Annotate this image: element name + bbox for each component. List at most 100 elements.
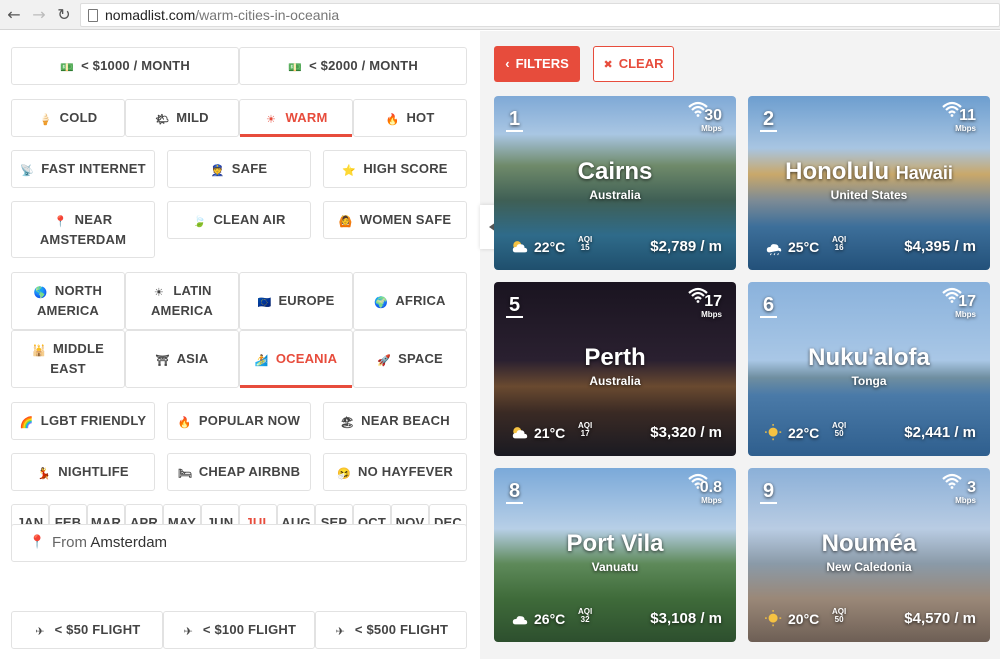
- city-card-cairns[interactable]: 1 30 Mbps Cairns Australia 22°C AQI 15 $2,…: [494, 96, 736, 270]
- emoji-icon: 🌤: [155, 113, 170, 126]
- region-middle-east[interactable]: 🕌 MIDDLE EAST: [11, 330, 125, 388]
- aqi-value: 50: [834, 615, 844, 624]
- filter-clean-air[interactable]: 🍃 CLEAN AIR: [167, 201, 311, 239]
- reload-icon[interactable]: ↻: [53, 4, 75, 26]
- city-card-noum-a[interactable]: 9 3 Mbps Nouméa New Caledonia 20°C AQI 50 …: [748, 468, 990, 642]
- filter-label: LGBT FRIENDLY: [40, 413, 147, 428]
- weather-icon: [765, 610, 783, 628]
- emoji-icon: 📡: [20, 164, 35, 177]
- emoji-icon: 💵: [288, 61, 302, 74]
- emoji-icon: ☀: [265, 113, 277, 126]
- filter-label: COLD: [59, 110, 98, 125]
- filter-lgbt-friendly[interactable]: 🌈 LGBT FRIENDLY: [11, 402, 155, 440]
- aqi-value: 15: [580, 243, 590, 252]
- filter-500-flight[interactable]: ✈ < $500 FLIGHT: [315, 611, 467, 649]
- weather-icon: [511, 238, 529, 256]
- filter-label: EUROPE: [278, 293, 335, 308]
- browser-toolbar: ← → ↻ nomadlist.com/warm-cities-in-ocean…: [0, 0, 1000, 30]
- filter-nightlife[interactable]: 💃 NIGHTLIFE: [11, 453, 155, 491]
- emoji-icon: 🌍: [374, 296, 389, 309]
- emoji-icon: ⛩: [155, 354, 170, 367]
- filter-high-score[interactable]: ⭐ HIGH SCORE: [323, 150, 467, 188]
- from-label: From: [52, 534, 87, 551]
- aqi-value: 50: [834, 429, 844, 438]
- city-name: Port Vila: [494, 530, 736, 559]
- city-name: Perth: [494, 344, 736, 373]
- mbps-value: 3: [967, 479, 976, 496]
- filter-label: WOMEN SAFE: [359, 212, 452, 227]
- filter-label: MILD: [176, 110, 209, 125]
- city-card-honolulu[interactable]: 2 11 Mbps Honolulu Hawaii United States 2…: [748, 96, 990, 270]
- filter-popular-now[interactable]: 🔥 POPULAR NOW: [167, 402, 311, 440]
- region-latin-america[interactable]: ☀ LATIN AMERICA: [125, 272, 239, 330]
- mbps-value: 17: [704, 293, 722, 310]
- weather-icon: [765, 424, 783, 442]
- filter-2000-month[interactable]: 💵 < $2000 / MONTH: [239, 47, 467, 85]
- region-europe[interactable]: 🇪🇺 EUROPE: [239, 272, 353, 330]
- aqi-value: 16: [834, 243, 844, 252]
- city-name-text: Cairns: [577, 158, 653, 185]
- city-card-port-vila[interactable]: 8 0.8 Mbps Port Vila Vanuatu 26°C AQI 32 $…: [494, 468, 736, 642]
- chevron-left-icon: ‹: [505, 56, 510, 71]
- filter-near-beach[interactable]: 🏖 NEAR BEACH: [323, 402, 467, 440]
- city-name: Nuku'alofa: [748, 344, 990, 373]
- filter-mild[interactable]: 🌤 MILD: [125, 99, 239, 137]
- filters-button[interactable]: ‹ FILTERS: [494, 46, 580, 82]
- internet-speed: 30 Mbps: [701, 108, 722, 134]
- emoji-icon: ☀: [153, 286, 164, 299]
- city-name-text: Nuku'alofa: [808, 344, 930, 371]
- internet-speed: 17 Mbps: [955, 294, 976, 320]
- country-name: Australia: [589, 374, 641, 388]
- from-location-field[interactable]: 📍 From Amsterdam: [11, 524, 467, 562]
- filter-cold[interactable]: 🍦 COLD: [11, 99, 125, 137]
- filter-hot[interactable]: 🔥 HOT: [353, 99, 467, 137]
- filter-label: NO HAYFEVER: [358, 464, 453, 479]
- address-bar[interactable]: nomadlist.com/warm-cities-in-oceania: [80, 3, 1000, 27]
- page-icon: [88, 9, 98, 22]
- aqi-value: 32: [580, 615, 590, 624]
- emoji-icon: 🏄: [254, 354, 269, 367]
- forward-icon[interactable]: →: [28, 4, 50, 26]
- emoji-icon: 🍦: [38, 113, 53, 126]
- emoji-icon: 🙆: [338, 215, 353, 228]
- filter-label: HOT: [406, 110, 435, 125]
- country-name: Australia: [589, 188, 641, 202]
- filter-no-hayfever[interactable]: 🤧 NO HAYFEVER: [323, 453, 467, 491]
- from-value: Amsterdam: [90, 534, 168, 551]
- back-icon[interactable]: ←: [3, 4, 25, 26]
- region-oceania[interactable]: 🏄 OCEANIA: [239, 330, 353, 388]
- filter-safe[interactable]: 👮 SAFE: [167, 150, 311, 188]
- filter-label: MIDDLE EAST: [50, 341, 105, 376]
- region-asia[interactable]: ⛩ ASIA: [125, 330, 239, 388]
- aqi: AQI 15: [578, 236, 592, 252]
- city-name: Nouméa: [748, 530, 990, 559]
- city-name-text: Port Vila: [566, 530, 664, 557]
- filter-women-safe[interactable]: 🙆 WOMEN SAFE: [323, 201, 467, 239]
- emoji-icon: 🔥: [385, 113, 400, 126]
- emoji-icon: 🏖: [340, 416, 355, 429]
- region-africa[interactable]: 🌍 AFRICA: [353, 272, 467, 330]
- filter-100-flight[interactable]: ✈ < $100 FLIGHT: [163, 611, 315, 649]
- filter-cheap-airbnb[interactable]: 🛏 CHEAP AIRBNB: [167, 453, 311, 491]
- emoji-icon: 💃: [37, 467, 52, 480]
- city-card-nuku-alofa[interactable]: 6 17 Mbps Nuku'alofa Tonga 22°C AQI 50 $2,…: [748, 282, 990, 456]
- mbps-value: 17: [958, 293, 976, 310]
- filter-near-amsterdam[interactable]: 📍 NEAR AMSTERDAM: [11, 201, 155, 258]
- region-north-america[interactable]: 🌎 NORTH AMERICA: [11, 272, 125, 330]
- region-space[interactable]: 🚀 SPACE: [353, 330, 467, 388]
- mbps-value: 0.8: [699, 479, 722, 496]
- city-card-perth[interactable]: 5 17 Mbps Perth Australia 21°C AQI 17 $3,3…: [494, 282, 736, 456]
- filter-label: CLEAN AIR: [213, 212, 286, 227]
- cost-per-month: $4,395 / m: [904, 238, 976, 255]
- filter-warm[interactable]: ☀ WARM: [239, 99, 353, 137]
- filter-1000-month[interactable]: 💵 < $1000 / MONTH: [11, 47, 239, 85]
- clear-button[interactable]: ✖ CLEAR: [593, 46, 674, 82]
- rank-number: 5: [506, 294, 524, 318]
- mbps-label: Mbps: [701, 124, 722, 133]
- filter-fast-internet[interactable]: 📡 FAST INTERNET: [11, 150, 155, 188]
- emoji-icon: ✈: [35, 625, 45, 638]
- aqi: AQI 50: [832, 422, 846, 438]
- filter-50-flight[interactable]: ✈ < $50 FLIGHT: [11, 611, 163, 649]
- filter-label: FAST INTERNET: [41, 161, 146, 176]
- cost-per-month: $4,570 / m: [904, 610, 976, 627]
